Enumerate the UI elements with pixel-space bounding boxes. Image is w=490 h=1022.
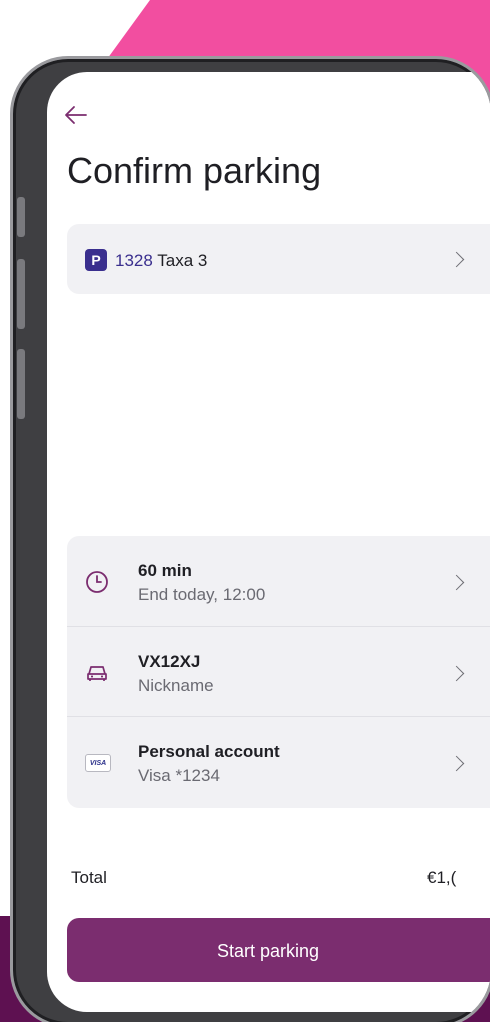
chevron-right-icon — [448, 251, 465, 268]
vehicle-plate: VX12XJ — [138, 652, 201, 671]
duration-end-time: End today, 12:00 — [138, 585, 266, 604]
visa-card-icon: VISA — [85, 754, 111, 772]
duration-row[interactable]: 60 min End today, 12:00 — [67, 536, 490, 626]
chevron-right-icon — [448, 755, 465, 772]
total-label: Total — [71, 868, 107, 887]
page-title: Confirm parking — [67, 150, 322, 191]
parking-zone-selector[interactable]: P 1328 Taxa 3 — [67, 224, 490, 294]
phone-mute-switch — [17, 197, 25, 237]
payment-row[interactable]: VISA Personal account Visa *1234 — [67, 716, 490, 807]
start-parking-label: Start parking — [217, 941, 320, 961]
zone-name: Taxa 3 — [157, 251, 208, 270]
vehicle-row[interactable]: VX12XJ Nickname — [67, 626, 490, 717]
app-stage: Confirm parking P 1328 Taxa 3 60 min End… — [0, 0, 490, 1022]
total-value: €1,( — [427, 868, 457, 887]
duration-title: 60 min — [138, 561, 192, 580]
car-icon — [87, 666, 107, 681]
parking-details-card: 60 min End today, 12:00 VX12XJ Nickname … — [67, 536, 490, 808]
chevron-right-icon — [448, 665, 465, 682]
phone-frame: Confirm parking P 1328 Taxa 3 60 min End… — [10, 56, 490, 1022]
payment-account: Personal account — [138, 742, 280, 761]
start-parking-button[interactable]: Start parking — [67, 918, 490, 982]
back-arrow-icon[interactable] — [63, 102, 89, 128]
chevron-right-icon — [448, 574, 465, 591]
payment-card: Visa *1234 — [138, 766, 220, 785]
parking-p-icon: P — [85, 249, 107, 271]
clock-icon — [86, 571, 108, 593]
zone-code: 1328 — [115, 251, 153, 270]
zone-label: 1328 Taxa 3 — [115, 251, 207, 271]
phone-volume-up-button — [17, 259, 25, 329]
vehicle-nickname: Nickname — [138, 676, 214, 695]
phone-screen: Confirm parking P 1328 Taxa 3 60 min End… — [47, 72, 490, 1012]
phone-volume-down-button — [17, 349, 25, 419]
